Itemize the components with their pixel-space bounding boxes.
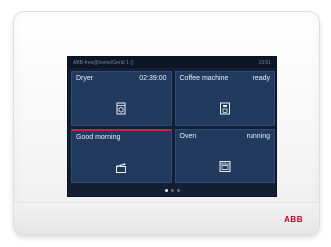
page-dot-2[interactable] — [170, 189, 174, 192]
location-label: ABB-free@home/Gerät 1 () — [73, 59, 134, 66]
tile-status: 02:39:00 — [139, 75, 167, 82]
device-bottom-bezel: ABB — [14, 202, 319, 234]
tile-good-morning[interactable]: Good morning — [71, 128, 172, 183]
clock-label: 13:51 — [258, 59, 271, 66]
touch-panel-device: ABB-free@home/Gerät 1 () 13:51 Dryer 02:… — [14, 12, 319, 234]
tile-status: running — [246, 132, 270, 140]
coffee-machine-icon — [218, 102, 231, 115]
page-dot-1[interactable] — [164, 189, 168, 192]
tile-title: Oven — [179, 132, 197, 140]
page-indicator[interactable] — [68, 189, 276, 192]
tile-status: ready — [252, 75, 270, 82]
page-dot-3[interactable] — [176, 189, 180, 192]
tile-title: Good morning — [76, 133, 121, 141]
tile-dryer[interactable]: Dryer 02:39:00 — [71, 71, 172, 126]
tile-grid: Dryer 02:39:00 Coffee machine ready Good… — [71, 71, 275, 183]
dryer-icon — [115, 102, 128, 115]
tile-coffee-machine[interactable]: Coffee machine ready — [174, 71, 275, 126]
tile-title: Dryer — [76, 75, 94, 82]
tile-title: Coffee machine — [179, 75, 229, 82]
abb-logo: ABB — [284, 215, 303, 224]
scene-clapperboard-icon — [115, 161, 128, 174]
tile-oven[interactable]: Oven running — [174, 128, 275, 183]
status-bar: ABB-free@home/Gerät 1 () 13:51 — [68, 57, 276, 68]
oven-icon — [218, 160, 231, 173]
touch-screen: ABB-free@home/Gerät 1 () 13:51 Dryer 02:… — [67, 56, 277, 197]
